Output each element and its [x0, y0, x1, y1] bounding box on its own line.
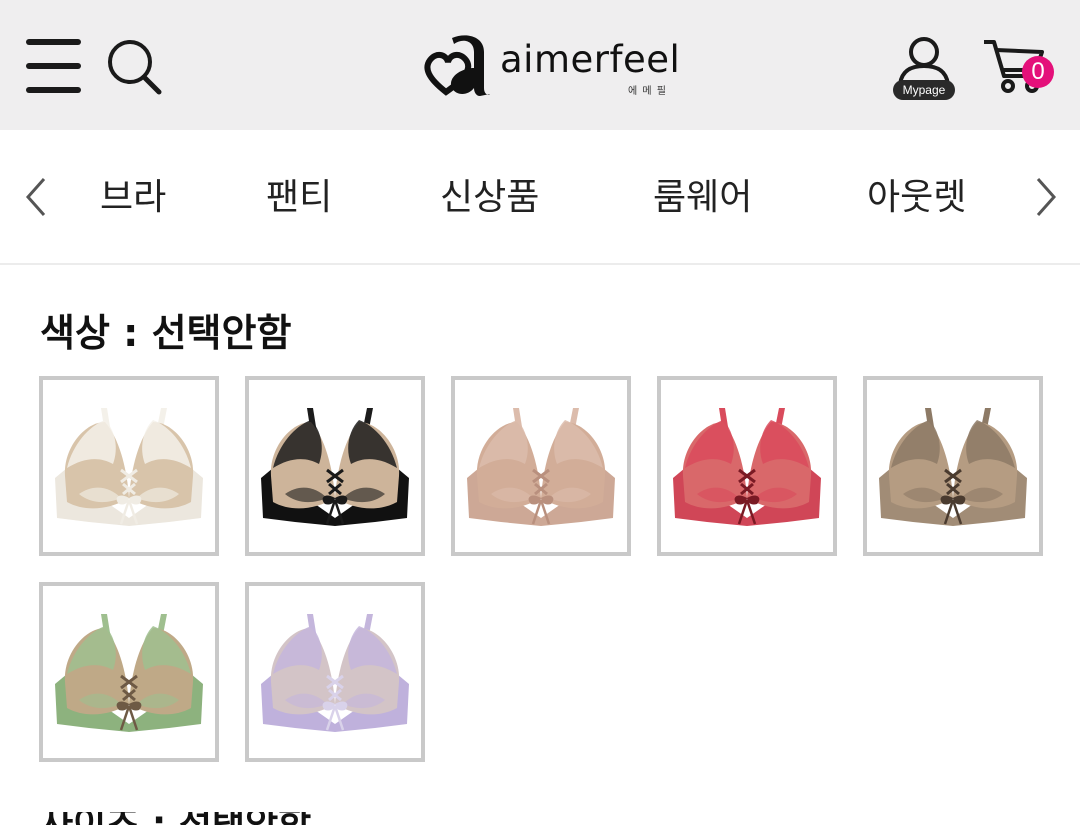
- color-swatch-beige[interactable]: [451, 376, 631, 556]
- user-icon: [898, 37, 950, 85]
- color-swatch-red[interactable]: [657, 376, 837, 556]
- color-swatch-green[interactable]: [39, 582, 219, 762]
- category-bra[interactable]: 브라: [100, 168, 166, 220]
- mypage-button[interactable]: Mypage: [890, 36, 958, 102]
- next-section-peek: 사이즈 : 선택안함: [40, 812, 311, 825]
- color-swatch-mocha[interactable]: [863, 376, 1043, 556]
- search-icon[interactable]: [106, 38, 164, 96]
- bra-image: [673, 408, 821, 526]
- cart-button[interactable]: 0: [982, 38, 1060, 98]
- bra-image: [261, 614, 409, 732]
- category-panty[interactable]: 팬티: [266, 168, 332, 220]
- chevron-left-icon[interactable]: [22, 176, 52, 218]
- brand-logo[interactable]: aimerfeel 에 메 필: [422, 30, 680, 100]
- category-new[interactable]: 신상품: [440, 168, 539, 220]
- color-swatch-black[interactable]: [245, 376, 425, 556]
- logo-mark: [424, 35, 490, 96]
- bra-image: [55, 408, 203, 526]
- top-bar: aimerfeel 에 메 필 Mypage 0: [0, 0, 1080, 130]
- bra-image: [879, 408, 1027, 526]
- color-swatch-ivory[interactable]: [39, 376, 219, 556]
- menu-icon[interactable]: [26, 39, 82, 95]
- bra-image: [55, 614, 203, 732]
- bra-image: [467, 408, 615, 526]
- brand-subtitle: 에 메 필: [628, 86, 667, 97]
- chevron-right-icon[interactable]: [1030, 176, 1060, 218]
- color-selection-title: 색상 : 선택안함: [40, 311, 292, 355]
- mypage-label: Mypage: [893, 80, 955, 100]
- bra-image: [261, 408, 409, 526]
- cart-count-badge: 0: [1022, 56, 1054, 88]
- category-outlet[interactable]: 아웃렛: [867, 168, 966, 220]
- category-nav: 브라 팬티 신상품 룸웨어 아웃렛: [0, 130, 1080, 265]
- category-roomwear[interactable]: 룸웨어: [653, 168, 752, 220]
- color-swatch-lavender[interactable]: [245, 582, 425, 762]
- brand-name: aimerfeel: [500, 38, 681, 81]
